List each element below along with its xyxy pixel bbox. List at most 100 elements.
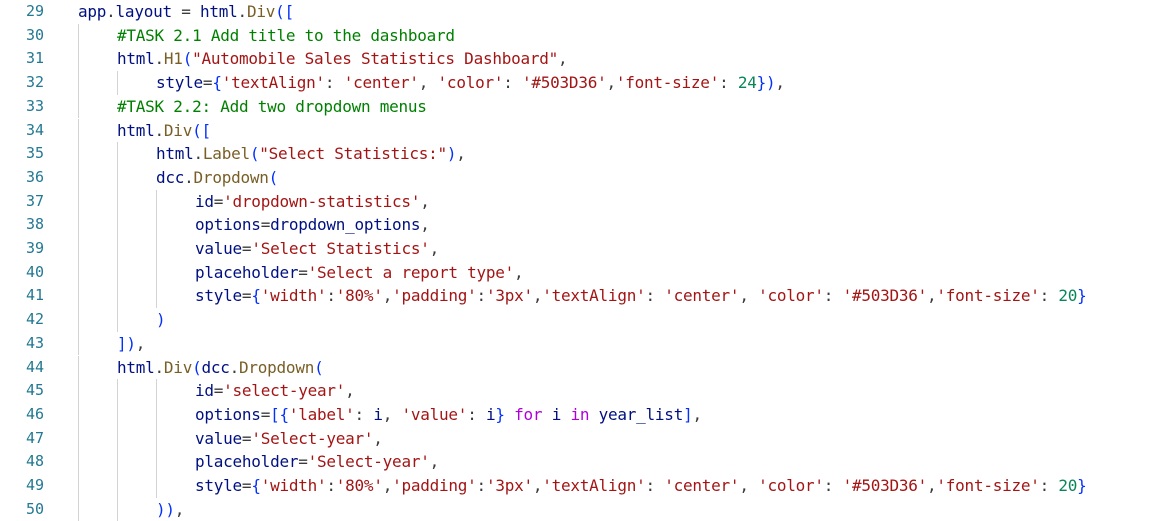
indent-guide <box>78 379 79 403</box>
indent-guide <box>117 308 118 332</box>
line-number: 39 <box>25 239 44 257</box>
code-text: style={'width':'80%','padding':'3px','te… <box>195 286 1087 306</box>
indent-guide <box>117 213 118 237</box>
code-text: app.layout = html.Div([ <box>78 2 294 21</box>
code-line[interactable]: 42) <box>0 308 1173 332</box>
code-line[interactable]: 29 app.layout = html.Div([ <box>0 0 1173 24</box>
indent-guide <box>156 450 157 474</box>
code-line[interactable]: 46 options=[{'label': i, 'value': i} for … <box>0 402 1173 427</box>
code-text: #TASK 2.1 Add title to the dashboard <box>117 25 455 45</box>
code-line[interactable]: 30 #TASK 2.1 Add title to the dashboard <box>0 23 1173 48</box>
indent-guide <box>117 426 118 451</box>
indent-guide <box>78 497 79 521</box>
line-number: 48 <box>25 452 44 471</box>
code-text: ]), <box>117 333 146 353</box>
code-line[interactable]: 49 style={'width':'80%','padding':'3px','… <box>0 474 1173 498</box>
line-number: 41 <box>25 286 44 305</box>
code-text: style={'width':'80%','padding':'3px','te… <box>195 476 1087 495</box>
indent-guide <box>117 71 118 95</box>
line-number: 29 <box>25 2 44 20</box>
line-number: 37 <box>25 191 44 210</box>
line-number: 46 <box>25 404 44 423</box>
indent-guide <box>156 474 157 498</box>
code-text: html.Div(dcc.Dropdown( <box>117 357 324 377</box>
code-line[interactable]: 37 id='dropdown-statistics', <box>0 189 1173 214</box>
indent-guide <box>78 94 79 119</box>
indent-guide <box>117 474 118 498</box>
line-number: 36 <box>25 167 44 186</box>
line-number: 47 <box>25 428 44 447</box>
indent-guide <box>78 118 79 143</box>
indent-guide <box>156 284 157 309</box>
indent-guide <box>78 260 79 285</box>
code-text: options=dropdown_options, <box>195 215 430 235</box>
code-line[interactable]: 32 style={'textAlign': 'center', 'color':… <box>0 71 1173 95</box>
code-line[interactable]: 31 html.H1("Automobile Sales Statistics D… <box>0 47 1173 72</box>
indent-guide <box>78 308 79 332</box>
indent-guide <box>117 260 118 285</box>
indent-guide <box>117 189 118 214</box>
code-text: #TASK 2.2: Add two dropdown menus <box>117 96 427 116</box>
indent-guide <box>117 497 118 521</box>
code-text: html.H1("Automobile Sales Statistics Das… <box>117 49 568 69</box>
indent-guide <box>78 331 79 356</box>
indent-guide <box>156 237 157 261</box>
code-line[interactable]: 39 value='Select Statistics', <box>0 237 1173 261</box>
indent-guide <box>117 402 118 427</box>
indent-guide <box>156 426 157 451</box>
code-text: value='Select Statistics', <box>195 239 439 258</box>
indent-guide <box>78 23 79 48</box>
indent-guide <box>156 379 157 403</box>
code-text: )), <box>156 499 185 519</box>
code-line[interactable]: 48 placeholder='Select-year', <box>0 450 1173 474</box>
line-number: 31 <box>25 49 44 68</box>
line-number: 30 <box>25 25 44 44</box>
line-number: 34 <box>25 120 44 139</box>
code-line[interactable]: 34 html.Div([ <box>0 118 1173 143</box>
line-number: 44 <box>25 357 44 376</box>
code-editor[interactable]: 29 app.layout = html.Div([ 30 #TASK 2.1 Add… <box>0 0 1173 521</box>
code-line[interactable]: 43]), <box>0 331 1173 356</box>
code-text: html.Div([ <box>117 120 211 140</box>
code-line[interactable]: 40 placeholder='Select a report type', <box>0 260 1173 285</box>
code-text: options=[{'label': i, 'value': i} for i … <box>195 404 702 424</box>
code-text: ) <box>156 310 166 330</box>
code-line[interactable]: 44 html.Div(dcc.Dropdown( <box>0 355 1173 380</box>
indent-guide <box>117 450 118 474</box>
line-number: 45 <box>25 381 44 400</box>
line-number: 38 <box>25 215 44 234</box>
code-text: id='select-year', <box>195 381 355 401</box>
indent-guide <box>78 47 79 72</box>
indent-guide <box>117 237 118 261</box>
line-number: 33 <box>25 96 44 115</box>
code-line[interactable]: 35 html.Label("Select Statistics:"), <box>0 142 1173 166</box>
line-number: 35 <box>25 144 44 163</box>
indent-guide <box>78 213 79 237</box>
code-line[interactable]: 38 options=dropdown_options, <box>0 213 1173 237</box>
line-number: 50 <box>25 499 44 518</box>
indent-guide <box>78 474 79 498</box>
indent-guide <box>156 260 157 285</box>
code-line[interactable]: 50)), <box>0 497 1173 521</box>
line-number: 40 <box>25 262 44 281</box>
line-number: 42 <box>25 310 44 329</box>
code-text: style={'textAlign': 'center', 'color': '… <box>156 73 785 93</box>
indent-guide <box>117 379 118 403</box>
code-text: value='Select-year', <box>195 428 383 448</box>
indent-guide <box>78 426 79 451</box>
code-line[interactable]: 41 style={'width':'80%','padding':'3px','… <box>0 284 1173 309</box>
code-line[interactable]: 47 value='Select-year', <box>0 426 1173 451</box>
indent-guide <box>78 450 79 474</box>
code-line[interactable]: 36 dcc.Dropdown( <box>0 165 1173 190</box>
code-line[interactable]: 33 #TASK 2.2: Add two dropdown menus <box>0 94 1173 119</box>
code-text: dcc.Dropdown( <box>156 167 278 187</box>
code-text: placeholder='Select-year', <box>195 452 439 472</box>
indent-guide <box>78 165 79 190</box>
indent-guide <box>78 402 79 427</box>
code-text: placeholder='Select a report type', <box>195 262 524 282</box>
code-line[interactable]: 45 id='select-year', <box>0 379 1173 403</box>
line-number: 32 <box>25 73 44 92</box>
indent-guide <box>78 355 79 380</box>
line-number: 43 <box>25 333 44 352</box>
code-text: id='dropdown-statistics', <box>195 191 430 211</box>
